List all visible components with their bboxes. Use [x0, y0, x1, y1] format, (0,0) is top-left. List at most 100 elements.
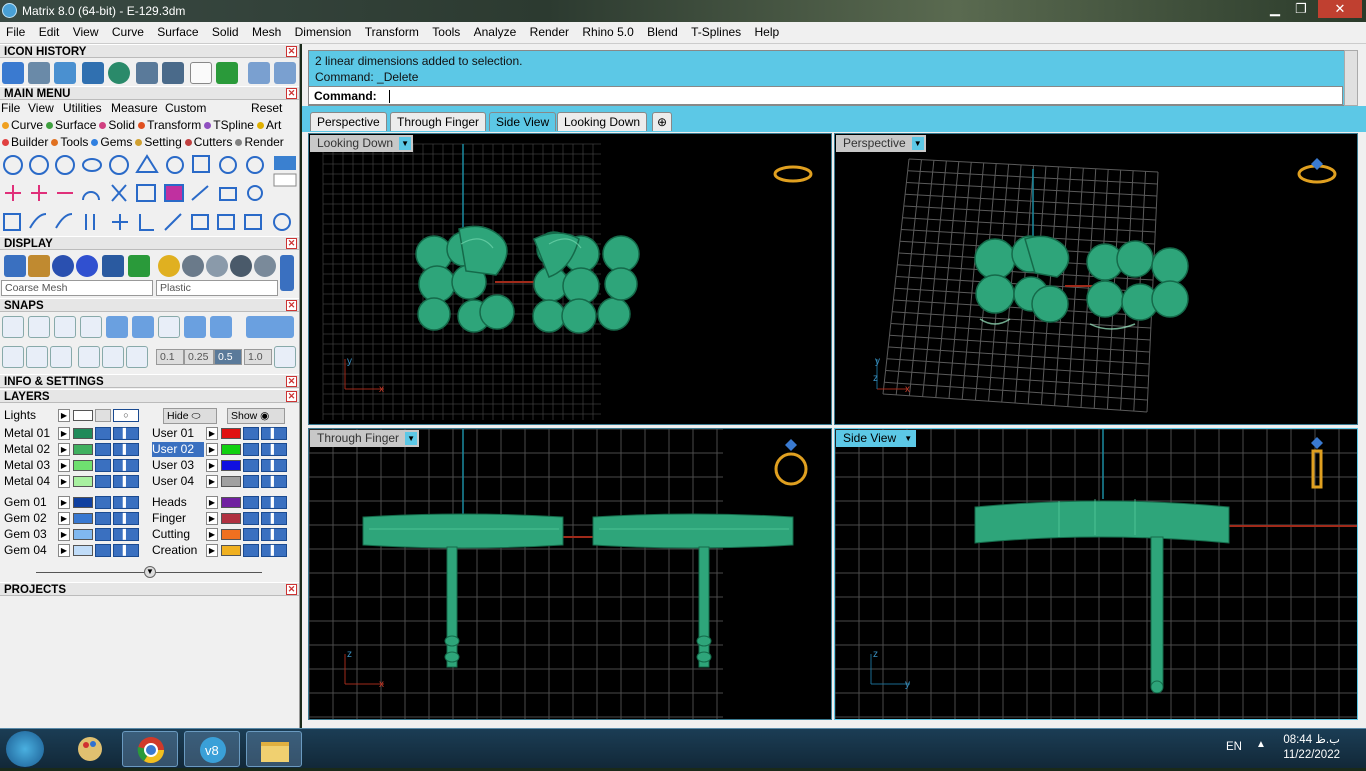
shaded-icon[interactable] [52, 255, 74, 277]
layer-color-swatch[interactable] [73, 545, 93, 556]
layer-color-swatch[interactable] [73, 529, 93, 540]
layer-row[interactable]: User 01 ▶ ▌ [152, 426, 292, 441]
lock-icon[interactable] [95, 528, 111, 541]
lock-icon[interactable] [95, 512, 111, 525]
viewport-label[interactable]: Perspective ▼ [836, 135, 926, 152]
cat-render[interactable]: Render [235, 134, 284, 151]
layer-color-swatch[interactable] [73, 497, 93, 508]
visibility-icon[interactable]: ▌ [261, 475, 287, 488]
clock[interactable]: 08:44 ب.ظ 11/22/2022 [1283, 733, 1340, 763]
visibility-icon[interactable]: ▌ [261, 427, 287, 440]
visibility-icon[interactable]: ▌ [113, 427, 139, 440]
ghost-icon[interactable] [28, 255, 50, 277]
xray-icon[interactable] [102, 255, 124, 277]
layer-row[interactable]: Metal 04 ▶ ▌ [4, 474, 144, 489]
snap-int-icon[interactable] [132, 316, 154, 338]
expand-arrow-icon[interactable]: ▶ [58, 459, 70, 472]
close-icon[interactable]: ✕ [286, 391, 297, 402]
visibility-icon[interactable]: ○ [113, 409, 139, 422]
lock-icon[interactable] [95, 475, 111, 488]
layer-color-swatch[interactable] [221, 497, 241, 508]
mm-measure[interactable]: Measure [111, 100, 158, 117]
viewport-perspective[interactable]: y z x Perspective ▼ [834, 133, 1358, 425]
expand-arrow-icon[interactable]: ▶ [58, 528, 70, 541]
open-icon[interactable] [82, 62, 104, 84]
cat-art[interactable]: Art [256, 117, 281, 134]
menu-transform[interactable]: Transform [360, 22, 424, 43]
viewport-through-finger[interactable]: z x Through Finger ▼ [308, 428, 832, 720]
curve-tool-icon[interactable] [2, 62, 24, 84]
close-icon[interactable]: ✕ [286, 584, 297, 595]
layer-color-swatch[interactable] [221, 545, 241, 556]
expand-arrow-icon[interactable]: ▶ [58, 475, 70, 488]
chrome-material-icon[interactable] [206, 255, 228, 277]
expand-arrow-icon[interactable]: ▶ [206, 475, 218, 488]
language-indicator[interactable]: EN [1226, 741, 1242, 753]
lock-icon[interactable] [243, 528, 259, 541]
snap-cen-icon[interactable] [106, 316, 128, 338]
lock-icon[interactable] [95, 544, 111, 557]
display-slider[interactable] [280, 255, 294, 291]
visibility-icon[interactable]: ▌ [261, 459, 287, 472]
clear-material-icon[interactable] [254, 255, 276, 277]
layer-row[interactable]: User 03 ▶ ▌ [152, 458, 292, 473]
expand-arrow-icon[interactable]: ▶ [58, 512, 70, 525]
lock-icon[interactable] [243, 443, 259, 456]
copy-icon[interactable] [162, 62, 184, 84]
snap-axis-icon[interactable] [126, 346, 148, 368]
visibility-icon[interactable]: ▌ [113, 512, 139, 525]
tray-arrow-icon[interactable]: ▲ [1256, 739, 1266, 750]
expand-arrow-icon[interactable]: ▶ [58, 443, 70, 456]
cat-surface[interactable]: Surface [46, 117, 96, 134]
minimize-button[interactable]: ▁ [1262, 0, 1288, 18]
viewport-label[interactable]: Through Finger ▼ [310, 430, 420, 447]
layer-color-swatch[interactable] [221, 476, 241, 487]
layer-row[interactable]: Cutting ▶ ▌ [152, 527, 292, 542]
menu-tsplines[interactable]: T-Splines [686, 22, 746, 43]
close-icon[interactable]: ✕ [286, 376, 297, 387]
snap-custom-icon[interactable] [274, 346, 296, 368]
menu-blend[interactable]: Blend [642, 22, 683, 43]
scale-icon[interactable] [136, 62, 158, 84]
layer-color-swatch[interactable] [73, 444, 93, 455]
menu-edit[interactable]: Edit [34, 22, 65, 43]
show-button[interactable]: Show ◉ [227, 408, 285, 424]
lock-icon[interactable] [95, 427, 111, 440]
expand-arrow-icon[interactable]: ▶ [206, 443, 218, 456]
hide-button[interactable]: Hide ⬭ [163, 408, 217, 424]
lights-swatch[interactable] [73, 410, 93, 421]
snap-val-3[interactable]: 0.5 [214, 349, 242, 365]
expand-arrow-icon[interactable]: ▶ [206, 459, 218, 472]
menu-surface[interactable]: Surface [152, 22, 203, 43]
cat-cutters[interactable]: Cutters [184, 134, 232, 151]
menu-render[interactable]: Render [525, 22, 574, 43]
snap-point-icon[interactable] [54, 316, 76, 338]
lock-icon[interactable] [95, 459, 111, 472]
viewport-label[interactable]: Side View ▼ [836, 430, 917, 447]
snap-box-icon[interactable] [26, 346, 48, 368]
snap-near-icon[interactable] [28, 316, 50, 338]
visibility-icon[interactable]: ▌ [113, 459, 139, 472]
snap-mid-icon[interactable] [80, 316, 102, 338]
wireframe-icon[interactable] [4, 255, 26, 277]
snap-val-1[interactable]: 0.1 [156, 349, 184, 365]
layer-color-swatch[interactable] [73, 513, 93, 524]
layer-row[interactable]: Metal 01 ▶ ▌ [4, 426, 144, 441]
visibility-icon[interactable]: ▌ [261, 528, 287, 541]
tab-looking-down[interactable]: Looking Down [557, 112, 648, 131]
collapse-icon[interactable]: ▼ [144, 566, 156, 578]
layer-row[interactable]: Metal 02 ▶ ▌ [4, 442, 144, 457]
maximize-button[interactable]: ❐ [1288, 0, 1314, 18]
explorer-app-icon[interactable] [246, 731, 302, 767]
expand-arrow-icon[interactable]: ▶ [206, 544, 218, 557]
menu-tools[interactable]: Tools [427, 22, 465, 43]
layer-row[interactable]: Gem 04 ▶ ▌ [4, 543, 144, 558]
visibility-icon[interactable]: ▌ [113, 475, 139, 488]
snap-plane-icon[interactable] [102, 346, 124, 368]
tab-side-view[interactable]: Side View [489, 112, 557, 131]
menu-rhino[interactable]: Rhino 5.0 [577, 22, 638, 43]
expand-arrow-icon[interactable]: ▶ [206, 496, 218, 509]
layer-row[interactable]: Gem 03 ▶ ▌ [4, 527, 144, 542]
layer-color-swatch[interactable] [221, 460, 241, 471]
lock-icon[interactable] [243, 427, 259, 440]
